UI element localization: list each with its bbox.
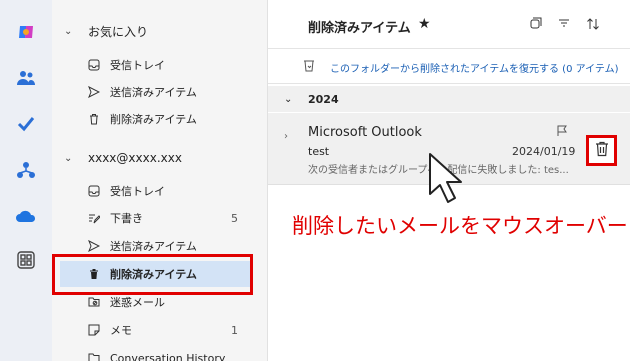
folder-label: 受信トレイ [110, 185, 165, 198]
folder-count: 5 [231, 211, 238, 225]
folder-label: 送信済みアイテム [110, 86, 197, 99]
note-icon [88, 324, 102, 336]
filter-icon[interactable] [558, 17, 570, 29]
account-title: xxxx@xxxx.xxx [88, 151, 182, 165]
message-date: 2024/01/19 [512, 145, 576, 158]
star-icon[interactable]: ★ [418, 16, 431, 32]
sort-icon[interactable] [586, 17, 600, 31]
people-icon[interactable] [12, 64, 40, 92]
trash-icon [595, 141, 609, 160]
chevron-down-icon: ⌄ [64, 152, 73, 164]
selection-highlight-box [52, 254, 253, 295]
favorites-header[interactable]: ⌄ お気に入り [64, 20, 148, 42]
section-label: 2024 [308, 92, 339, 106]
flag-icon[interactable] [556, 125, 568, 140]
folder-pane: ⌄ お気に入り 受信トレイ 送信済みアイテム 削除済みアイテム ⌄ xxxx@x… [52, 0, 268, 361]
list-title: 削除済みアイテム [308, 21, 411, 36]
delete-button[interactable] [586, 135, 617, 166]
trash-icon [88, 113, 102, 125]
folder-label: 受信トレイ [110, 59, 165, 72]
org-icon[interactable] [12, 156, 40, 184]
message-sender: Microsoft Outlook [308, 125, 422, 140]
onedrive-icon[interactable] [12, 202, 40, 230]
mouse-cursor-icon [424, 150, 466, 209]
draft-icon [88, 212, 102, 224]
copilot-icon[interactable] [12, 18, 40, 46]
folder-icon [88, 352, 102, 361]
folder-label: Conversation History [110, 351, 226, 361]
folder-label: 迷惑メール [110, 296, 165, 309]
account-item-drafts[interactable]: 下書き 5 [60, 205, 250, 231]
folder-label: 送信済みアイテム [110, 240, 197, 253]
favorites-item-sent[interactable]: 送信済みアイテム [60, 79, 250, 105]
app-rail [0, 0, 52, 361]
account-item-conversation-history[interactable]: Conversation History [60, 345, 250, 361]
section-header[interactable]: ⌄ 2024 [268, 86, 630, 112]
restore-link[interactable]: このフォルダーから削除されたアイテムを復元する (0 アイテム) [330, 60, 619, 75]
todo-icon[interactable] [12, 110, 40, 138]
annotation-text: 削除したいメールをマウスオーバー [292, 214, 628, 238]
send-icon [88, 86, 102, 98]
junk-icon [88, 296, 102, 308]
select-icon[interactable] [530, 17, 542, 29]
send-icon [88, 240, 102, 252]
chevron-down-icon: ⌄ [64, 25, 73, 37]
chevron-down-icon: ⌄ [284, 93, 293, 105]
folder-label: 下書き [110, 212, 143, 225]
favorites-title: お気に入り [88, 24, 149, 39]
folder-label: 削除済みアイテム [110, 113, 197, 126]
inbox-icon [88, 59, 102, 71]
account-item-notes[interactable]: メモ 1 [60, 317, 250, 343]
restore-bar: このフォルダーから削除されたアイテムを復元する (0 アイテム) [268, 48, 630, 84]
restore-icon [302, 59, 316, 76]
folder-count: 1 [231, 323, 238, 337]
account-item-inbox[interactable]: 受信トレイ [60, 178, 250, 204]
favorites-item-inbox[interactable]: 受信トレイ [60, 52, 250, 78]
folder-label: メモ [110, 324, 132, 337]
inbox-icon [88, 185, 102, 197]
message-subject: test [308, 145, 330, 158]
favorites-item-deleted[interactable]: 削除済みアイテム [60, 106, 250, 132]
apps-icon[interactable] [12, 246, 40, 274]
chevron-right-icon[interactable]: › [284, 131, 288, 142]
account-header[interactable]: ⌄ xxxx@xxxx.xxx [64, 147, 182, 169]
